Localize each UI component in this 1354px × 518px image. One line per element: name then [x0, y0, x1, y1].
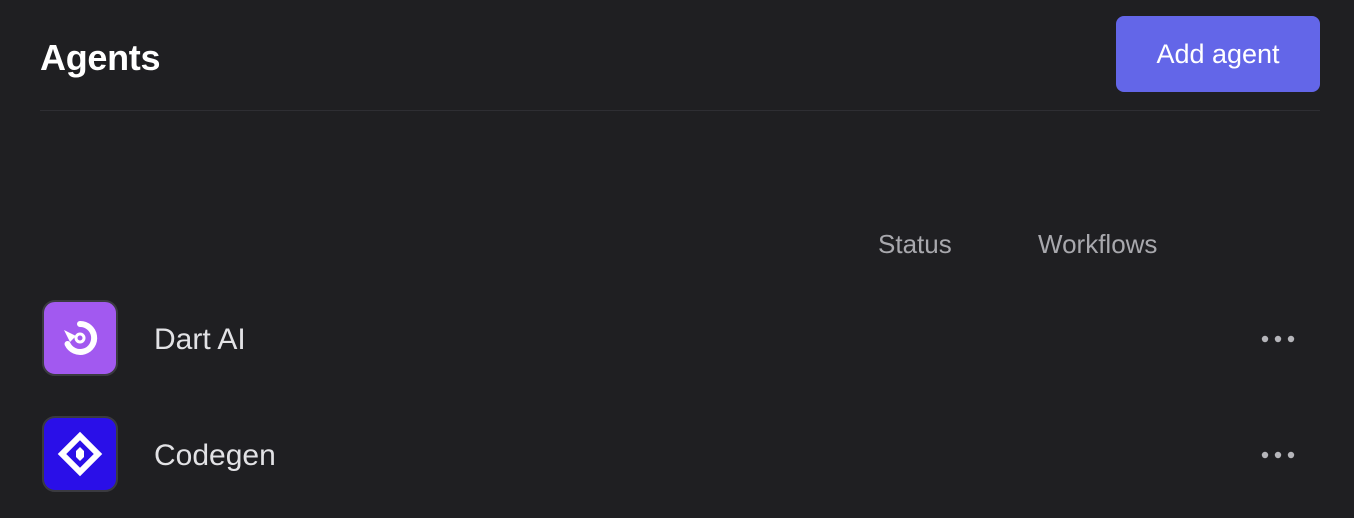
- agent-name: Dart AI: [154, 323, 246, 356]
- codegen-logo-icon: [42, 416, 118, 492]
- page-title: Agents: [40, 37, 161, 78]
- ellipsis-icon: [1261, 451, 1295, 459]
- agent-name: Codegen: [154, 439, 276, 472]
- ellipsis-icon: [1261, 335, 1295, 343]
- dart-ai-logo-icon: [42, 300, 118, 376]
- column-header-workflows: Workflows: [1038, 229, 1158, 259]
- add-agent-button[interactable]: Add agent: [1116, 16, 1320, 92]
- more-options-button[interactable]: [1260, 440, 1296, 470]
- column-header-status: Status: [878, 229, 952, 259]
- more-options-button[interactable]: [1260, 324, 1296, 354]
- agents-page: Agents Add agent Status Workflows Dart A…: [0, 0, 1354, 518]
- agent-row-dart-ai[interactable]: Dart AI: [40, 298, 1320, 382]
- agent-row-codegen[interactable]: Codegen: [40, 414, 1320, 498]
- page-header: Agents Add agent: [40, 0, 1320, 111]
